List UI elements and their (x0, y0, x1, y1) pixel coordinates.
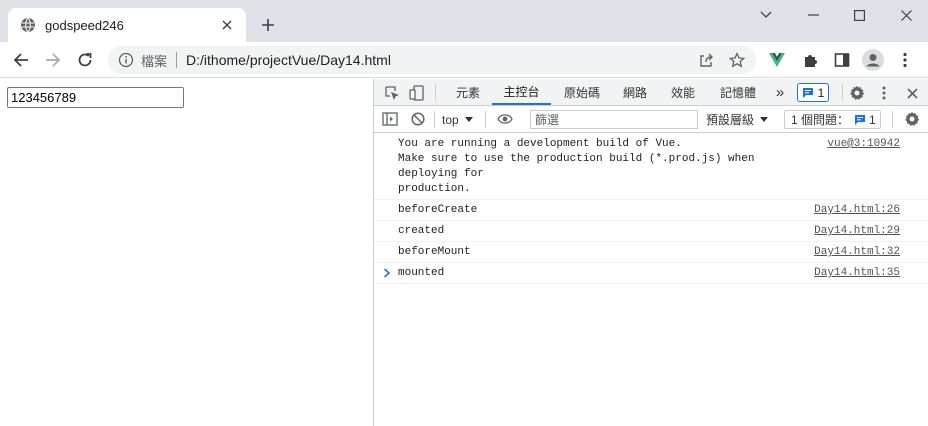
tab-network[interactable]: 網路 (614, 79, 656, 105)
issues-badge: 1 (854, 113, 876, 127)
devtools-panel: 元素 主控台 原始碼 網路 效能 記憶體 » 1 top 篩選 預設層級 1 個… (373, 79, 928, 426)
console-toolbar: top 預設層級 1 個問題： 1 (374, 106, 928, 133)
context-selector[interactable]: top (442, 110, 473, 129)
console-message: beforeCreate Day14.html:26 (374, 200, 928, 221)
live-expression-eye-icon[interactable] (495, 109, 515, 129)
toolbar-divider (892, 111, 893, 128)
info-icon[interactable] (118, 52, 134, 68)
console-output: You are running a development build of V… (374, 134, 928, 426)
minimize-button[interactable] (791, 4, 835, 26)
close-devtools-icon[interactable] (902, 83, 922, 103)
console-source-link[interactable]: Day14.html:32 (814, 245, 900, 260)
message-icon (802, 87, 814, 99)
address-bar[interactable]: 檔案 D:/ithome/projectVue/Day14.html (108, 46, 756, 74)
chrome-menu-icon[interactable] (893, 48, 917, 72)
tab-title: godspeed246 (45, 17, 124, 33)
close-tab-icon[interactable] (218, 16, 236, 34)
inspect-element-icon[interactable] (382, 83, 402, 103)
show-sidebar-icon[interactable] (380, 109, 400, 129)
devtools-tab-bar: 元素 主控台 原始碼 網路 效能 記憶體 » 1 (374, 79, 928, 106)
devtools-menu-icon[interactable] (874, 83, 894, 103)
console-source-link[interactable]: vue@3:10942 (827, 137, 900, 152)
new-tab-button[interactable] (258, 15, 278, 35)
page-text-input[interactable] (7, 87, 184, 108)
reload-icon[interactable] (73, 48, 97, 72)
console-source-link[interactable]: Day14.html:29 (814, 224, 900, 239)
console-message: You are running a development build of V… (374, 134, 928, 200)
clear-console-icon[interactable] (408, 109, 428, 129)
console-message: mounted Day14.html:35 (374, 263, 928, 284)
log-levels-dropdown[interactable]: 預設層級 (706, 110, 769, 129)
tab-memory[interactable]: 記憶體 (710, 79, 766, 105)
issues-count: 1 (869, 112, 876, 127)
tab-performance[interactable]: 效能 (661, 79, 705, 105)
console-filter-input[interactable] (530, 110, 698, 129)
security-label[interactable]: 檔案 (141, 51, 167, 70)
console-message: beforeMount Day14.html:32 (374, 242, 928, 263)
message-icon (854, 114, 866, 126)
maximize-button[interactable] (837, 4, 881, 26)
console-prompt-chevron-icon[interactable] (383, 265, 395, 278)
console-source-link[interactable]: Day14.html:35 (814, 266, 900, 281)
message-count: 1 (817, 85, 825, 100)
dropdown-arrow-icon (760, 116, 769, 123)
tab-search-icon[interactable] (744, 4, 788, 26)
extensions-puzzle-icon[interactable] (799, 48, 823, 72)
globe-icon (20, 17, 36, 33)
title-bar: godspeed246 (0, 0, 928, 42)
profile-avatar-icon[interactable] (861, 48, 885, 72)
console-source-link[interactable]: Day14.html:26 (814, 203, 900, 218)
toolbar-divider (434, 111, 435, 128)
devtools-settings-gear-icon[interactable] (847, 83, 867, 103)
console-settings-gear-icon[interactable] (902, 109, 922, 129)
share-icon[interactable] (694, 48, 718, 72)
dropdown-arrow-icon (464, 116, 473, 123)
vue-devtools-icon[interactable] (765, 48, 789, 72)
device-toolbar-icon[interactable] (407, 83, 427, 103)
tab-elements[interactable]: 元素 (444, 79, 492, 105)
tab-divider (842, 84, 843, 101)
console-message: created Day14.html:29 (374, 221, 928, 242)
browser-tab[interactable]: godspeed246 (8, 8, 246, 42)
tab-console[interactable]: 主控台 (492, 79, 551, 105)
side-panel-icon[interactable] (830, 48, 854, 72)
messages-badge[interactable]: 1 (797, 83, 829, 102)
close-window-button[interactable] (884, 4, 928, 26)
back-arrow-icon[interactable] (9, 48, 33, 72)
tab-sources[interactable]: 原始碼 (554, 79, 610, 105)
toolbar-divider (485, 111, 486, 128)
bookmark-star-icon[interactable] (725, 48, 749, 72)
page-viewport (0, 79, 373, 426)
more-tabs-button[interactable]: » (772, 79, 788, 105)
url-text[interactable]: D:/ithome/projectVue/Day14.html (186, 52, 391, 68)
context-value: top (442, 112, 459, 127)
browser-toolbar: 檔案 D:/ithome/projectVue/Day14.html (0, 42, 928, 78)
issues-label: 1 個問題： (791, 113, 850, 127)
tab-divider (435, 84, 436, 101)
forward-arrow-icon[interactable] (41, 48, 65, 72)
levels-label: 預設層級 (706, 113, 755, 127)
issues-button[interactable]: 1 個問題： 1 (784, 110, 881, 129)
omnibox-divider (176, 52, 178, 68)
